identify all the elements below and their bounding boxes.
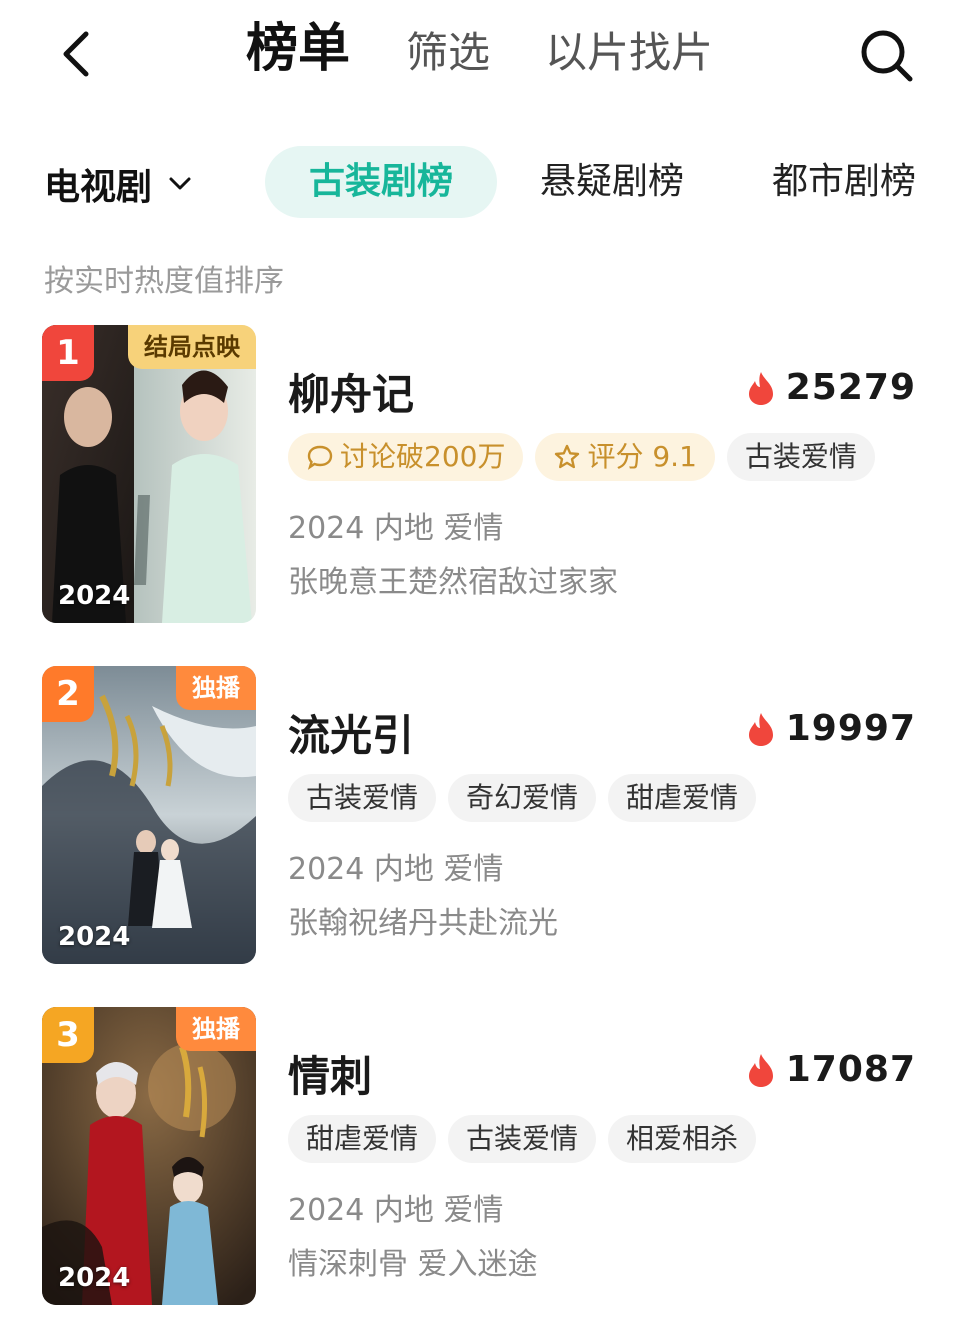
rank-badge: 2 (42, 666, 94, 722)
chevron-left-icon (63, 31, 89, 77)
chat-bubble-icon (307, 445, 333, 470)
tag-genre[interactable]: 奇幻爱情 (448, 774, 597, 822)
tab-urban-drama[interactable]: 都市剧榜 (772, 146, 916, 218)
heat-score: 25279 (746, 367, 916, 408)
flame-icon (748, 371, 773, 405)
heat-score: 17087 (746, 1049, 916, 1090)
show-meta: 2024 内地 爱情 (288, 852, 504, 887)
tag-genre[interactable]: 甜虐爱情 (288, 1115, 437, 1163)
tag-genre[interactable]: 古装爱情 (726, 433, 875, 481)
heat-value: 19997 (785, 708, 916, 749)
ranking-item[interactable]: 2 独播 2024 流光引 19997 古装爱情 奇幻爱情 甜虐爱情 2024 … (0, 666, 960, 966)
heat-value: 17087 (785, 1049, 916, 1090)
tab-filter[interactable]: 筛选 (406, 22, 490, 84)
poster-year: 2024 (58, 1263, 131, 1293)
poster-image: 2 独播 2024 (42, 666, 256, 964)
show-description: 情深刺骨 爱入迷途 (288, 1247, 538, 1282)
star-icon (555, 444, 580, 469)
back-button[interactable] (50, 24, 106, 84)
poster-year: 2024 (58, 922, 131, 952)
flame-icon (748, 1053, 773, 1087)
top-nav-bar: 榜单 筛选 以片找片 (0, 0, 960, 110)
category-dropdown[interactable]: 电视剧 (44, 157, 194, 211)
tag-label: 评分 9.1 (587, 440, 697, 473)
rank-badge: 1 (42, 325, 94, 381)
sort-note: 按实时热度值排序 (44, 264, 284, 299)
tag-label: 讨论破200万 (340, 440, 506, 473)
tab-mystery-drama[interactable]: 悬疑剧榜 (540, 146, 684, 218)
show-meta: 2024 内地 爱情 (288, 1193, 504, 1228)
tag-discussion[interactable]: 讨论破200万 (288, 433, 524, 481)
tag-rating[interactable]: 评分 9.1 (535, 433, 715, 481)
chevron-down-icon (169, 177, 191, 190)
show-title: 流光引 (288, 711, 415, 760)
heat-value: 25279 (785, 367, 916, 408)
flame-icon (748, 712, 773, 746)
tag-genre[interactable]: 古装爱情 (288, 774, 437, 822)
show-title: 柳舟记 (288, 370, 415, 419)
show-meta: 2024 内地 爱情 (288, 511, 504, 546)
show-description: 张晚意王楚然宿敌过家家 (288, 565, 618, 600)
show-title: 情刺 (288, 1052, 373, 1101)
category-dropdown-label: 电视剧 (44, 167, 153, 208)
heat-score: 19997 (746, 708, 916, 749)
poster-year: 2024 (58, 581, 131, 611)
ranking-item[interactable]: 3 独播 2024 情刺 17087 甜虐爱情 古装爱情 相爱相杀 2024 内… (0, 1007, 960, 1307)
rank-badge: 3 (42, 1007, 94, 1063)
show-description: 张翰祝绪丹共赴流光 (288, 906, 558, 941)
tag-list: 讨论破200万 评分 9.1 古装爱情 (288, 433, 875, 481)
tag-list: 古装爱情 奇幻爱情 甜虐爱情 (288, 774, 757, 822)
tag-list: 甜虐爱情 古装爱情 相爱相杀 (288, 1115, 757, 1163)
tag-genre[interactable]: 相爱相杀 (608, 1115, 757, 1163)
corner-label: 独播 (176, 666, 256, 710)
tag-genre[interactable]: 古装爱情 (448, 1115, 597, 1163)
corner-label: 结局点映 (128, 325, 256, 369)
corner-label: 独播 (176, 1007, 256, 1051)
poster-image: 3 独播 2024 (42, 1007, 256, 1305)
ranking-item[interactable]: 1 结局点映 2024 柳舟记 25279 讨论破200万 评分 9.1 古装爱… (0, 325, 960, 625)
tab-ranking[interactable]: 榜单 (246, 18, 350, 80)
search-icon (861, 30, 913, 82)
tab-costume-drama[interactable]: 古装剧榜 (265, 146, 497, 218)
tab-find-similar[interactable]: 以片找片 (545, 22, 713, 84)
search-button[interactable] (855, 24, 919, 88)
poster-image: 1 结局点映 2024 (42, 325, 256, 623)
tag-genre[interactable]: 甜虐爱情 (608, 774, 757, 822)
